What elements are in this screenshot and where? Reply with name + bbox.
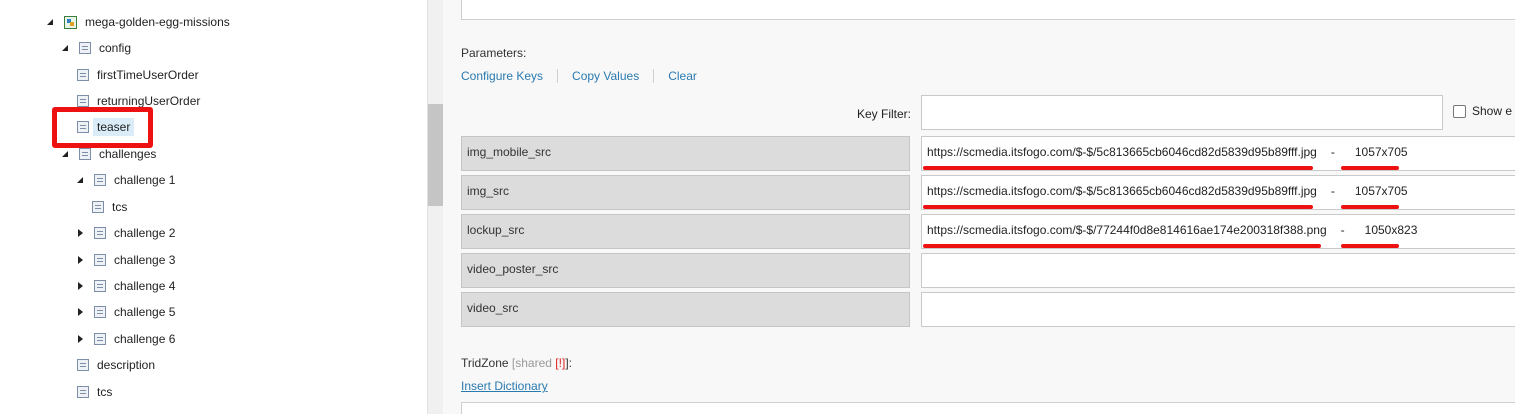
parameter-url: https://scmedia.itsfogo.com/$-$/5c813665… bbox=[927, 184, 1317, 198]
annotation-underline bbox=[923, 205, 1313, 209]
collapse-arrow-icon[interactable] bbox=[46, 17, 56, 27]
expand-arrow-icon[interactable] bbox=[76, 307, 86, 317]
tree-item-label: firstTimeUserOrder bbox=[97, 68, 199, 82]
annotation-underline bbox=[923, 166, 1313, 170]
image-dimensions: 1057x705 bbox=[1354, 184, 1408, 198]
key-filter-input[interactable] bbox=[921, 95, 1443, 130]
key-filter-label: Key Filter: bbox=[857, 107, 912, 121]
annotation-underline bbox=[1341, 205, 1399, 209]
annotation-box bbox=[52, 107, 153, 148]
shared-label: [shared bbox=[511, 356, 552, 370]
tree-item-label: description bbox=[97, 358, 156, 372]
tree-item-label: tcs bbox=[97, 385, 113, 399]
document-icon bbox=[94, 333, 106, 345]
tridzone-title: TridZone [shared [!]]: bbox=[461, 356, 572, 370]
tree-item[interactable]: tcs bbox=[92, 197, 127, 217]
separator bbox=[557, 69, 559, 83]
tree-item[interactable]: challenge 2 bbox=[76, 223, 175, 243]
parameter-key: video_src bbox=[461, 292, 910, 327]
separator-dash: - bbox=[1330, 184, 1335, 198]
tridzone-label: TridZone bbox=[461, 356, 509, 370]
tridzone-suffix: ]: bbox=[565, 356, 572, 370]
tree-item[interactable]: challenge 5 bbox=[76, 302, 175, 322]
configure-keys-link[interactable]: Configure Keys bbox=[461, 69, 543, 83]
module-icon bbox=[64, 15, 77, 29]
document-icon bbox=[92, 201, 104, 213]
show-empty-label: Show e bbox=[1472, 104, 1513, 118]
annotation-underline bbox=[1341, 166, 1399, 170]
separator-dash: - bbox=[1330, 145, 1335, 159]
tree-item[interactable]: challenge 3 bbox=[76, 250, 175, 270]
warning-marker: [!] bbox=[555, 356, 566, 370]
image-dimensions: 1057x705 bbox=[1354, 145, 1408, 159]
parameter-key: img_src bbox=[461, 175, 910, 210]
document-icon bbox=[94, 254, 106, 266]
tree-item[interactable]: config bbox=[61, 38, 131, 58]
tree-item-label: challenge 1 bbox=[114, 173, 176, 187]
document-icon bbox=[77, 386, 89, 398]
tridzone-textarea[interactable] bbox=[461, 402, 1515, 414]
separator bbox=[653, 69, 655, 83]
tree-item-label: challenge 4 bbox=[114, 279, 176, 293]
collapse-arrow-icon[interactable] bbox=[61, 149, 71, 159]
show-empty-toggle[interactable]: Show e bbox=[1453, 104, 1512, 118]
document-icon bbox=[94, 174, 106, 186]
document-icon bbox=[94, 227, 106, 239]
document-icon bbox=[77, 69, 89, 81]
content-tree: mega-golden-egg-missions config firstTimeU… bbox=[0, 0, 427, 414]
scrollbar-thumb[interactable] bbox=[428, 104, 443, 206]
annotation-underline bbox=[1341, 244, 1399, 248]
parameter-value-input[interactable] bbox=[921, 292, 1515, 327]
expand-arrow-icon[interactable] bbox=[76, 255, 86, 265]
tree-item[interactable]: challenge 1 bbox=[76, 170, 175, 190]
expand-arrow-icon[interactable] bbox=[76, 334, 86, 344]
parameter-url: https://scmedia.itsfogo.com/$-$/77244f0d… bbox=[927, 223, 1327, 237]
image-dimensions: 1050x823 bbox=[1364, 223, 1418, 237]
document-icon bbox=[77, 359, 89, 371]
expand-arrow-icon[interactable] bbox=[76, 281, 86, 291]
parameter-key: video_poster_src bbox=[461, 253, 910, 288]
separator-dash: - bbox=[1340, 223, 1345, 237]
tree-item[interactable]: tcs bbox=[77, 382, 112, 402]
tree-item-label: returningUserOrder bbox=[97, 94, 201, 108]
document-icon bbox=[79, 148, 91, 160]
tree-item-label: challenges bbox=[99, 147, 157, 161]
parameter-url: https://scmedia.itsfogo.com/$-$/5c813665… bbox=[927, 145, 1317, 159]
parameters-panel: Parameters: Configure Keys Copy Values C… bbox=[443, 0, 1515, 414]
document-icon bbox=[77, 95, 89, 107]
insert-dictionary-link[interactable]: Insert Dictionary bbox=[461, 379, 548, 393]
parameter-value-input[interactable] bbox=[921, 253, 1515, 288]
tree-item-label: tcs bbox=[112, 200, 128, 214]
document-icon bbox=[94, 280, 106, 292]
tree-item-label: mega-golden-egg-missions bbox=[85, 15, 230, 29]
tree-item-label: challenge 5 bbox=[114, 305, 176, 319]
tree-item-label: challenge 3 bbox=[114, 253, 176, 267]
document-icon bbox=[79, 42, 91, 54]
show-empty-checkbox[interactable] bbox=[1453, 104, 1466, 118]
tree-item-label: challenge 6 bbox=[114, 332, 176, 346]
top-textarea[interactable] bbox=[461, 0, 1515, 20]
tree-item[interactable]: mega-golden-egg-missions bbox=[46, 12, 230, 32]
tree-item-label: config bbox=[99, 41, 132, 55]
clear-link[interactable]: Clear bbox=[668, 69, 697, 83]
tree-item[interactable]: description bbox=[77, 355, 155, 375]
expand-arrow-icon[interactable] bbox=[76, 228, 86, 238]
parameter-key: lockup_src bbox=[461, 214, 910, 249]
parameters-toolbar: Configure Keys Copy Values Clear bbox=[461, 69, 697, 83]
parameter-key: img_mobile_src bbox=[461, 136, 910, 171]
parameters-title: Parameters: bbox=[461, 46, 527, 60]
tree-item-label: challenge 2 bbox=[114, 226, 176, 240]
document-icon bbox=[94, 306, 106, 318]
annotation-underline bbox=[923, 244, 1321, 248]
tree-item[interactable]: challenge 6 bbox=[76, 329, 175, 349]
collapse-arrow-icon[interactable] bbox=[61, 43, 71, 53]
tree-item[interactable]: challenge 4 bbox=[76, 276, 175, 296]
copy-values-link[interactable]: Copy Values bbox=[572, 69, 639, 83]
tree-scrollbar[interactable] bbox=[427, 0, 443, 414]
collapse-arrow-icon[interactable] bbox=[76, 175, 86, 185]
tree-item[interactable]: firstTimeUserOrder bbox=[77, 65, 199, 85]
